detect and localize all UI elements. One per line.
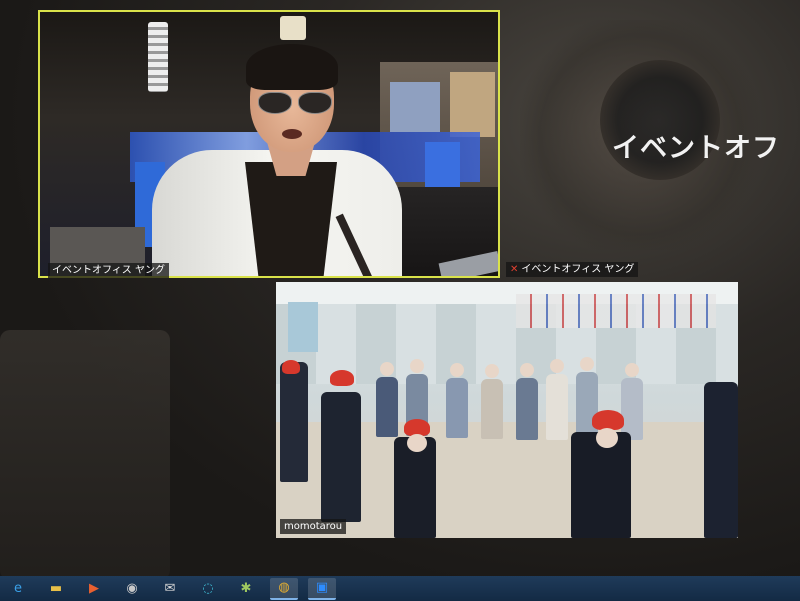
red-cap [330,370,354,386]
screen-reflection [0,330,170,580]
taskbar: e ▬ ▶ ◉ ✉ ◌ ✱ ◍ ▣ [0,576,800,601]
room-window [288,302,318,352]
person-face [407,434,427,452]
person-face [450,363,464,377]
red-cap [282,360,300,374]
speaker-name-display: イベントオフ [612,133,780,164]
seated-person [621,378,643,440]
camera-icon[interactable]: ◉ [118,578,146,600]
red-cap [592,410,624,430]
seated-person [516,378,538,440]
seated-person [376,377,398,437]
person-face [580,357,594,371]
person-face [596,428,618,448]
speaker-hair [246,44,338,90]
speaker-mouth [282,129,302,139]
background-window [450,72,495,137]
seated-person [546,374,568,440]
media-player-icon[interactable]: ▶ [80,578,108,600]
edge-icon[interactable]: e [4,578,32,600]
edge-new-icon[interactable]: ◌ [194,578,222,600]
seated-person [446,378,468,438]
seated-person [481,379,503,439]
zoom-icon[interactable]: ▣ [308,577,336,600]
bunting-flags [516,294,716,328]
person-face [410,359,424,373]
background-lamp [280,16,306,40]
participant-name-label: momotarou [280,519,347,534]
person-face [520,363,534,377]
staff-dancer [280,362,308,482]
background-window [390,82,440,132]
staff-dancer [704,382,738,538]
mic-muted-icon: ✕ [510,264,519,275]
video-tile-participant[interactable] [276,282,738,538]
person-face [485,364,499,378]
mail-icon[interactable]: ✉ [156,578,184,600]
file-explorer-icon[interactable]: ▬ [42,578,70,600]
staff-dancer [321,392,361,522]
background-lamp [148,22,168,92]
participant-name-label: イベントオフィス ヤング [48,263,169,278]
video-tile-active-speaker[interactable] [38,10,500,278]
person-face [380,362,394,376]
chrome-icon[interactable]: ◍ [270,577,298,600]
person-face [625,363,639,377]
sunglasses [258,92,332,114]
participant-name-label: ✕ イベントオフィス ヤング [506,262,639,277]
settings-icon[interactable]: ✱ [232,578,260,600]
staff-dancer [394,437,436,538]
staff-dancer [571,432,631,538]
speaker-shirt [245,162,337,276]
person-face [550,359,564,373]
